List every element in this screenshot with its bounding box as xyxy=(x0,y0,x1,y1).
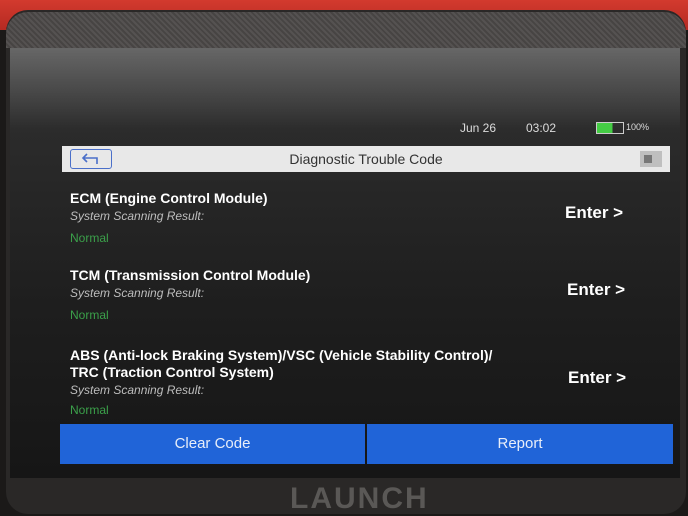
enter-button-abs[interactable]: Enter > xyxy=(568,368,626,388)
page-title: Diagnostic Trouble Code xyxy=(289,151,443,167)
result-status: Normal xyxy=(70,231,109,245)
status-bar: Jun 26 03:02 100% xyxy=(60,118,672,138)
clear-code-button[interactable]: Clear Code xyxy=(60,424,365,464)
status-time: 03:02 xyxy=(526,121,557,135)
battery-icon xyxy=(596,122,624,134)
device-bezel xyxy=(6,12,686,48)
enter-button-ecm[interactable]: Enter > xyxy=(565,203,623,223)
result-status: Normal xyxy=(70,403,109,417)
module-name-line1: ABS (Anti-lock Braking System)/VSC (Vehi… xyxy=(70,347,493,363)
battery-percent: 100% xyxy=(626,122,650,132)
report-button[interactable]: Report xyxy=(367,424,673,464)
menu-icon[interactable] xyxy=(638,149,664,169)
brand-logo: LAUNCH xyxy=(290,482,429,515)
title-bar: Diagnostic Trouble Code xyxy=(62,146,670,172)
result-status: Normal xyxy=(70,308,109,322)
status-date: Jun 26 xyxy=(460,121,497,135)
enter-button-tcm[interactable]: Enter > xyxy=(567,280,625,300)
